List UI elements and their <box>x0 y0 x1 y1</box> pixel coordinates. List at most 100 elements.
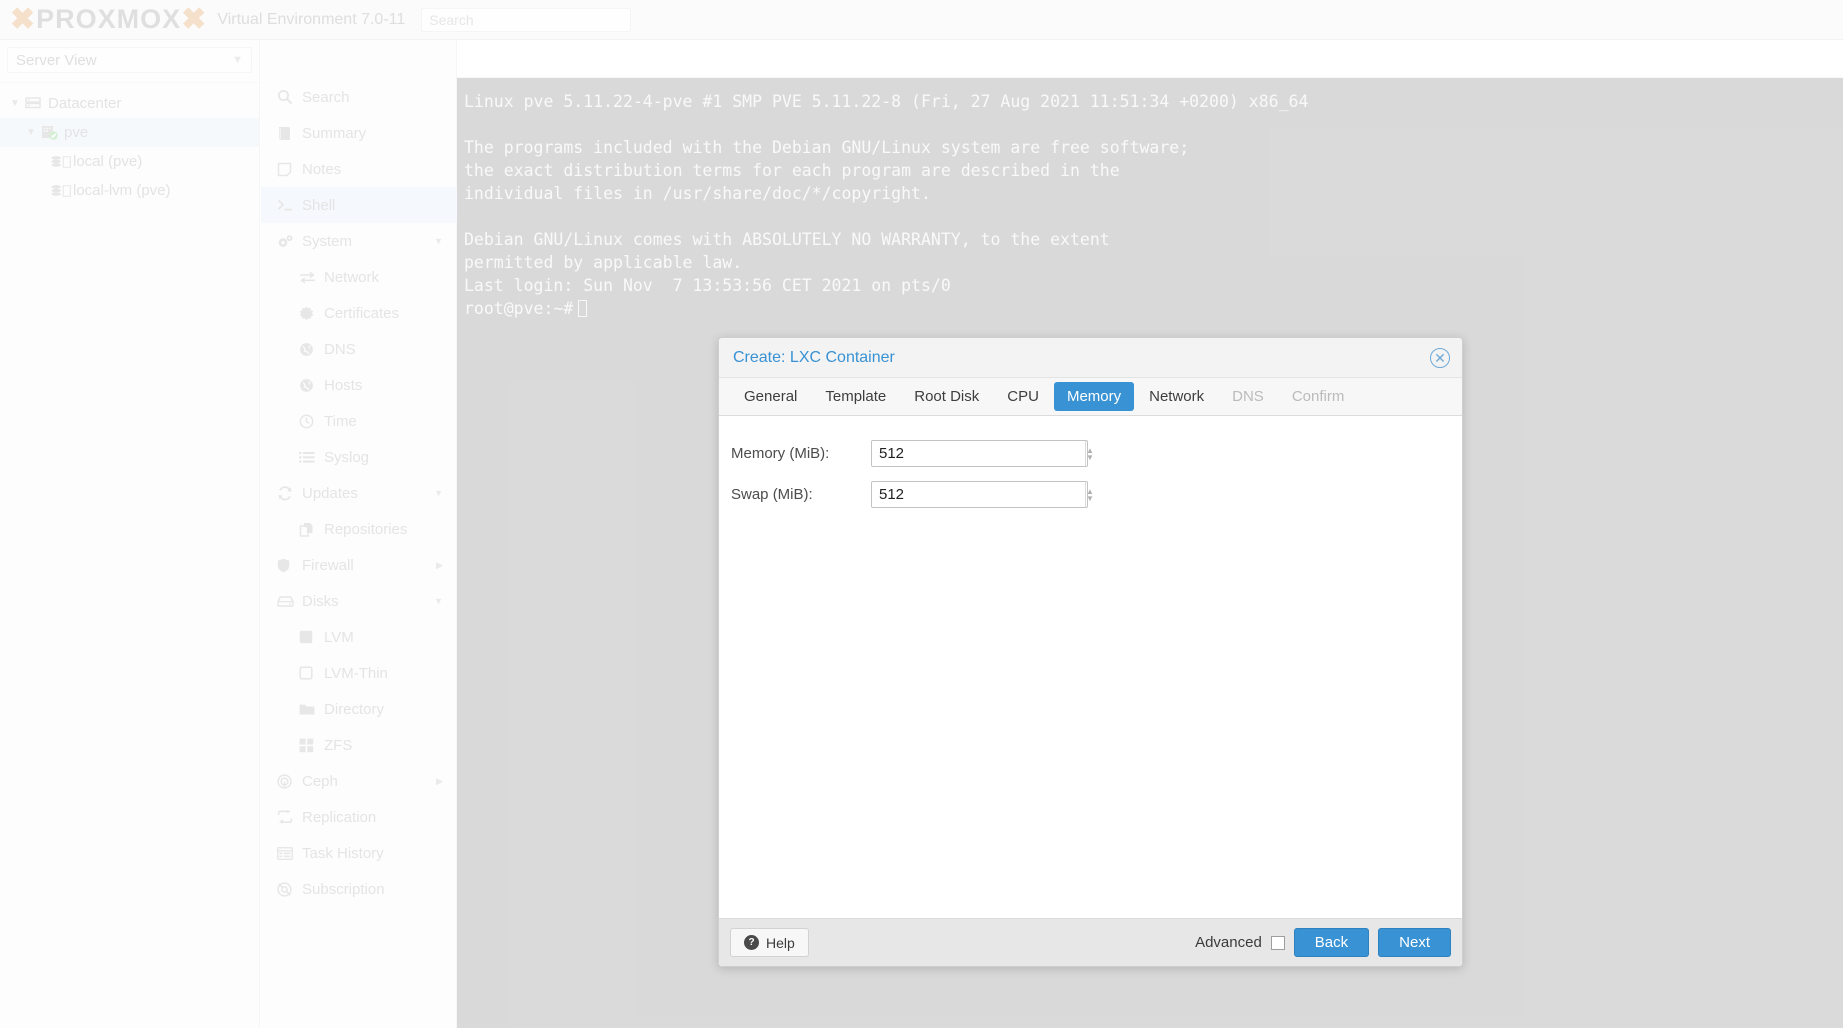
gears-icon <box>277 234 302 249</box>
environment-title: Virtual Environment 7.0-11 <box>217 10 406 28</box>
close-icon[interactable]: ✕ <box>1430 347 1450 368</box>
dialog-footer: ? Help Advanced Back Next <box>719 918 1462 966</box>
nav-item-updates[interactable]: Updates ▼ <box>261 475 457 511</box>
back-button[interactable]: Back <box>1293 928 1370 957</box>
nav-item-label: Subscription <box>302 880 385 898</box>
dialog-title: Create: LXC Container <box>733 348 895 366</box>
chevron-down-icon: ▼ <box>232 54 243 66</box>
nav-item-task-history[interactable]: Task History <box>261 835 457 871</box>
memory-field-row: Memory (MiB): ▲ ▼ <box>731 440 1462 467</box>
nav-item-label: Shell <box>302 196 336 214</box>
nav-item-label: Time <box>324 412 357 430</box>
nav-item-network[interactable]: Network <box>261 259 457 295</box>
tree-item-local[interactable]: local (pve) <box>0 147 259 176</box>
help-button[interactable]: ? Help <box>730 928 809 957</box>
nav-item-disks[interactable]: Disks ▼ <box>261 583 457 619</box>
tree-item-label: local (pve) <box>73 153 143 170</box>
ceph-icon <box>277 773 302 789</box>
search-input[interactable]: Search <box>421 7 632 32</box>
dialog-tab-bar: General Template Root Disk CPU Memory Network… <box>719 378 1462 416</box>
chevron-right-icon[interactable]: ▶ <box>436 560 443 571</box>
question-mark-icon: ? <box>744 935 759 950</box>
nav-item-zfs[interactable]: ZFS <box>261 727 457 763</box>
swap-stepper[interactable]: ▲ ▼ <box>1085 482 1094 507</box>
nav-item-replication[interactable]: Replication <box>261 799 457 835</box>
tab-cpu[interactable]: CPU <box>994 382 1052 411</box>
nav-item-search[interactable]: Search <box>261 79 457 115</box>
terminal-cursor <box>578 300 588 317</box>
certificate-icon <box>299 306 324 321</box>
nav-item-ceph[interactable]: Ceph ▶ <box>261 763 457 799</box>
swap-label: Swap (MiB): <box>731 486 813 503</box>
memory-input[interactable] <box>872 441 1085 466</box>
swap-input[interactable] <box>872 482 1085 507</box>
globe-icon <box>299 378 324 393</box>
proxmox-logo: ✖ PROXMOX ✖ <box>10 4 207 35</box>
storage-icon <box>50 183 73 199</box>
view-selector[interactable]: Server View ▼ <box>7 47 252 73</box>
nav-item-label: DNS <box>324 340 356 358</box>
chevron-down-icon[interactable]: ▼ <box>434 488 443 498</box>
search-icon <box>277 89 302 105</box>
chevron-down-icon[interactable]: ▼ <box>1086 453 1094 461</box>
nav-item-lvm[interactable]: LVM <box>261 619 457 655</box>
nav-item-subscription[interactable]: Subscription <box>261 871 457 907</box>
tree-item-datacenter[interactable]: ▼ Datacenter <box>0 89 259 118</box>
storage-icon <box>50 154 73 170</box>
tree-item-pve[interactable]: ▼ pve <box>0 118 259 147</box>
chevron-down-icon[interactable]: ▼ <box>26 127 41 138</box>
next-button[interactable]: Next <box>1378 928 1451 957</box>
nav-item-label: Disks <box>302 592 339 610</box>
memory-input-wrapper[interactable]: ▲ ▼ <box>871 440 1094 467</box>
tab-general[interactable]: General <box>731 382 810 411</box>
nav-item-label: Summary <box>302 124 367 142</box>
nav-item-notes[interactable]: Notes <box>261 151 457 187</box>
subscription-icon <box>277 881 302 897</box>
tree-item-label: pve <box>64 124 89 141</box>
chevron-down-icon[interactable]: ▼ <box>10 98 25 109</box>
view-selector-label: Server View <box>16 51 97 69</box>
chevron-down-icon[interactable]: ▼ <box>1086 494 1094 502</box>
shield-icon <box>277 558 302 573</box>
nav-item-label: Task History <box>302 844 384 862</box>
nav-item-repositories[interactable]: Repositories <box>261 511 457 547</box>
nav-item-shell[interactable]: Shell <box>261 187 457 223</box>
tab-dns: DNS <box>1232 388 1264 405</box>
tab-template[interactable]: Template <box>812 382 899 411</box>
nav-item-lvm-thin[interactable]: LVM-Thin <box>261 655 457 691</box>
node-nav-list: Search Summary Notes Shell System ▼ Network Cer… <box>261 79 457 907</box>
nav-item-label: LVM <box>324 628 354 646</box>
chevron-down-icon[interactable]: ▼ <box>434 236 443 246</box>
nav-item-system[interactable]: System ▼ <box>261 223 457 259</box>
nav-item-certificates[interactable]: Certificates <box>261 295 457 331</box>
chevron-down-icon[interactable]: ▼ <box>434 596 443 606</box>
terminal-prompt: root@pve:~# <box>464 299 574 318</box>
nav-item-hosts[interactable]: Hosts <box>261 367 457 403</box>
datacenter-icon <box>25 96 48 111</box>
server-tree-panel: Server View ▼ ▼ Datacenter ▼ pve local (… <box>0 40 260 1028</box>
nav-item-directory[interactable]: Directory <box>261 691 457 727</box>
task-history-icon <box>277 846 302 860</box>
network-icon <box>299 271 324 284</box>
advanced-checkbox[interactable] <box>1270 935 1285 950</box>
chevron-right-icon[interactable]: ▶ <box>436 776 443 787</box>
refresh-icon <box>277 485 302 501</box>
swap-input-wrapper[interactable]: ▲ ▼ <box>871 481 1094 508</box>
book-icon <box>277 126 302 141</box>
zfs-icon <box>299 738 324 753</box>
nav-item-label: ZFS <box>324 736 353 754</box>
nav-item-label: System <box>302 232 353 250</box>
proxmox-web-ui: ✖ PROXMOX ✖ Virtual Environment 7.0-11 S… <box>0 0 1843 1028</box>
app-header: ✖ PROXMOX ✖ Virtual Environment 7.0-11 S… <box>0 0 1843 40</box>
nav-item-time[interactable]: Time <box>261 403 457 439</box>
tab-network[interactable]: Network <box>1136 382 1217 411</box>
memory-stepper[interactable]: ▲ ▼ <box>1085 441 1094 466</box>
tree-item-local-lvm[interactable]: local-lvm (pve) <box>0 176 259 205</box>
tab-root-disk[interactable]: Root Disk <box>901 382 992 411</box>
nav-item-dns[interactable]: DNS <box>261 331 457 367</box>
tab-memory[interactable]: Memory <box>1053 382 1135 411</box>
nav-item-summary[interactable]: Summary <box>261 115 457 151</box>
create-lxc-container-dialog: Create: LXC Container ✕ General Template R… <box>718 337 1463 967</box>
nav-item-firewall[interactable]: Firewall ▶ <box>261 547 457 583</box>
nav-item-syslog[interactable]: Syslog <box>261 439 457 475</box>
